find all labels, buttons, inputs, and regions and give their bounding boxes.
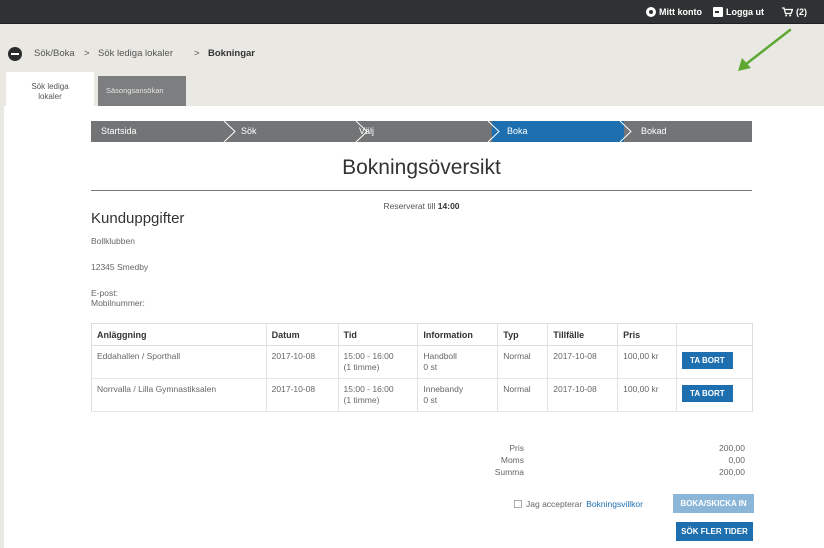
summary-total-value: 200,00: [719, 467, 745, 477]
tab-label-line1: Sök lediga: [31, 82, 69, 91]
cell-type: Normal: [497, 378, 549, 412]
table-row: Norrvalla / Lilla Gymnastiksalen 2017-10…: [91, 378, 753, 412]
remove-booking-button[interactable]: TA BORT: [682, 385, 733, 402]
column-header-anlaggning: Anläggning: [91, 323, 267, 346]
terms-link[interactable]: Bokningsvillkor: [586, 499, 643, 509]
bookings-table: Anläggning Datum Tid Information Typ Til…: [91, 323, 753, 412]
info-activity: Innebandy: [423, 384, 464, 394]
breadcrumb-item-sok-lediga-lokaler[interactable]: Sök lediga lokaler: [98, 48, 173, 59]
tab-sasongsansokan[interactable]: Säsongsansökan: [98, 76, 186, 106]
my-account-label: Mitt konto: [659, 7, 702, 17]
breadcrumb-separator: >: [84, 48, 90, 59]
gear-icon: [646, 7, 656, 17]
column-header-actions: [676, 323, 753, 346]
summary-vat-value: 0,00: [728, 455, 745, 465]
book-submit-button[interactable]: BOKA/SKICKA IN: [673, 494, 754, 513]
cell-action: TA BORT: [676, 345, 753, 379]
column-header-typ: Typ: [497, 323, 549, 346]
chevron-right-icon: [487, 121, 500, 142]
cell-time: 15:00 - 16:00 (1 timme): [338, 378, 419, 412]
breadcrumb-item-bokningar: Bokningar: [208, 48, 255, 59]
column-header-datum: Datum: [266, 323, 339, 346]
top-bar: Mitt konto Logga ut (2): [0, 0, 824, 24]
chevron-right-icon: [619, 121, 632, 142]
terms-acceptance: Jag accepterar Bokningsvillkor: [514, 499, 643, 509]
page-title: Bokningsöversikt: [342, 156, 501, 179]
remove-booking-button[interactable]: TA BORT: [682, 352, 733, 369]
side-rule: [0, 106, 4, 548]
cell-action: TA BORT: [676, 378, 753, 412]
accept-terms-checkbox[interactable]: [514, 500, 522, 508]
column-header-pris: Pris: [617, 323, 678, 346]
back-circle-icon[interactable]: [8, 47, 22, 61]
cell-date: 2017-10-08: [266, 345, 339, 379]
logout-icon: [713, 7, 723, 17]
cell-price: 100,00 kr: [617, 378, 678, 412]
table-header-row: Anläggning Datum Tid Information Typ Til…: [91, 323, 753, 346]
cart-count: (2): [796, 7, 807, 17]
customer-email-label: E-post:: [91, 288, 118, 298]
customer-mobile-label: Mobilnummer:: [91, 298, 145, 308]
logout-label: Logga ut: [726, 7, 764, 17]
search-more-times-button[interactable]: SÖK FLER TIDER: [676, 522, 753, 541]
customer-name: Bollklubben: [91, 236, 135, 246]
tab-sok-lediga-lokaler[interactable]: Sök lediga lokaler: [6, 72, 94, 106]
cell-facility: Norrvalla / Lilla Gymnastiksalen: [91, 378, 267, 412]
customer-heading: Kunduppgifter: [91, 210, 185, 227]
reserved-time: 14:00: [437, 201, 460, 211]
step-boka: Boka: [507, 126, 528, 136]
info-activity: Handboll: [423, 351, 457, 361]
time-range: 15:00 - 16:00: [343, 384, 394, 394]
cell-information: Handboll 0 st: [417, 345, 499, 379]
cell-occasion: 2017-10-08: [547, 345, 619, 379]
step-bokad: Bokad: [641, 126, 667, 136]
customer-address: 12345 Smedby: [91, 262, 149, 272]
cell-information: Innebandy 0 st: [417, 378, 499, 412]
cart-icon: [782, 7, 793, 17]
breadcrumb-separator: >: [194, 48, 200, 59]
column-header-information: Information: [417, 323, 499, 346]
my-account-link[interactable]: Mitt konto: [646, 0, 702, 24]
step-valj: Välj: [359, 126, 375, 136]
cell-date: 2017-10-08: [266, 378, 339, 412]
reservation-info: Reserverat till 14:00: [91, 201, 752, 211]
cart-link[interactable]: (2): [782, 0, 807, 24]
tab-label-line2: lokaler: [38, 92, 62, 101]
summary-price-value: 200,00: [719, 443, 745, 453]
time-range: 15:00 - 16:00: [343, 351, 394, 361]
summary-price-label: Pris: [509, 443, 524, 453]
column-header-tid: Tid: [338, 323, 419, 346]
tab-bar: Sök lediga lokaler Säsongsansökan: [0, 72, 824, 106]
logout-link[interactable]: Logga ut: [713, 0, 764, 24]
info-count: 0 st: [423, 395, 438, 405]
column-header-tillfalle: Tillfälle: [547, 323, 619, 346]
cell-time: 15:00 - 16:00 (1 timme): [338, 345, 419, 379]
summary-vat-label: Moms: [500, 455, 524, 465]
reserved-label: Reserverat till: [383, 201, 436, 211]
cell-occasion: 2017-10-08: [547, 378, 619, 412]
breadcrumb-bar: Sök/Boka > Sök lediga lokaler > Bokninga…: [0, 24, 824, 72]
time-duration: (1 timme): [343, 362, 380, 372]
time-duration: (1 timme): [343, 395, 380, 405]
cell-price: 100,00 kr: [617, 345, 678, 379]
table-row: Eddahallen / Sporthall 2017-10-08 15:00 …: [91, 345, 753, 379]
cell-facility: Eddahallen / Sporthall: [91, 345, 267, 379]
cell-type: Normal: [497, 345, 549, 379]
step-sok: Sök: [241, 126, 257, 136]
summary-total-label: Summa: [494, 467, 524, 477]
annotation-arrow: [738, 28, 792, 71]
accept-terms-label: Jag accepterar: [526, 499, 583, 509]
title-divider: [91, 190, 752, 191]
breadcrumb-item-sok-boka[interactable]: Sök/Boka: [34, 48, 75, 59]
info-count: 0 st: [423, 362, 438, 372]
progress-steps: Startsida Sök Välj Boka Bokad: [91, 121, 752, 142]
chevron-right-icon: [223, 121, 236, 142]
step-startsida: Startsida: [101, 126, 137, 136]
